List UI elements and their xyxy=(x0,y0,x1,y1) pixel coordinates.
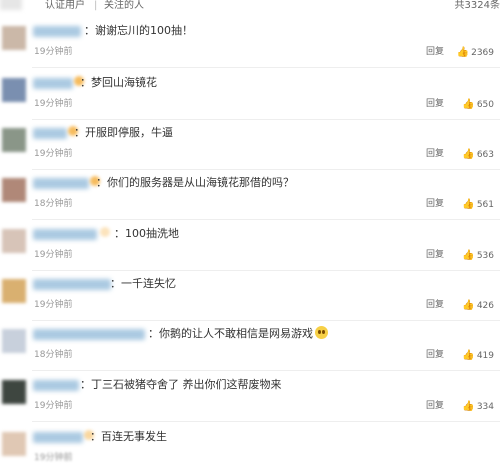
reply-button[interactable]: 回复 xyxy=(426,149,444,160)
reply-button[interactable]: 回复 xyxy=(426,401,444,412)
comment-text: ：你鹅的让人不敢相信是网易游戏 xyxy=(148,326,328,342)
username-blurred[interactable] xyxy=(33,178,89,189)
avatar[interactable] xyxy=(2,329,26,353)
thumbs-up-icon: 👍 xyxy=(462,401,475,412)
comment-item: ：开服即停服，牛逼 19分钟前 回复 👍 663 xyxy=(0,120,500,170)
reply-button[interactable]: 回复 xyxy=(426,300,444,311)
like-button[interactable]: 👍 536 xyxy=(462,250,494,262)
like-count: 419 xyxy=(476,351,494,361)
comment-time: 19分钟前 xyxy=(34,47,73,57)
thumbs-up-icon: 👍 xyxy=(462,250,475,261)
comment-time: 19分钟前 xyxy=(34,250,73,260)
like-count: 663 xyxy=(476,150,494,160)
like-button[interactable]: 👍 663 xyxy=(462,149,494,161)
comment-total-count: 共3324条 xyxy=(454,0,500,11)
comment-item: ：丁三石被猪夺舍了 养出你们这帮废物来 19分钟前 回复 👍 334 xyxy=(0,372,500,422)
reply-button[interactable]: 回复 xyxy=(426,99,444,110)
comment-time: 19分钟前 xyxy=(34,99,73,109)
worried-face-emoji-icon xyxy=(315,326,328,339)
reply-button[interactable]: 回复 xyxy=(426,250,444,261)
reply-button[interactable]: 回复 xyxy=(426,47,444,58)
verified-badge-icon xyxy=(100,227,110,237)
username-blurred[interactable] xyxy=(33,78,73,89)
comment-item: ：梦回山海镜花 19分钟前 回复 👍 650 xyxy=(0,70,500,120)
thumbs-up-icon: 👍 xyxy=(462,99,475,110)
comment-time: 19分钟前 xyxy=(34,401,73,411)
avatar[interactable] xyxy=(2,128,26,152)
like-count: 561 xyxy=(476,200,494,210)
comment-text: ：一千连失忆 xyxy=(110,277,176,290)
like-button[interactable]: 👍 2369 xyxy=(457,47,494,59)
comment-item: ：你鹅的让人不敢相信是网易游戏 18分钟前 回复 👍 419 xyxy=(0,321,500,371)
avatar[interactable] xyxy=(2,279,26,303)
username-blurred[interactable] xyxy=(33,329,145,340)
divider xyxy=(32,370,500,371)
comment-text: ：谢谢忘川的100抽！ xyxy=(84,24,193,37)
comment-item: ：百连无事发生 19分钟前 xyxy=(0,424,500,474)
comment-item: ：100抽洗地 19分钟前 回复 👍 536 xyxy=(0,221,500,271)
divider xyxy=(32,219,500,220)
like-button[interactable]: 👍 419 xyxy=(462,350,494,362)
comment-text: ：开服即停服，牛逼 xyxy=(74,126,173,139)
comment-filter-bar: 认证用户 | 关注的人 共3324条 xyxy=(0,0,500,14)
blurred-fragment xyxy=(0,0,22,10)
thumbs-up-icon: 👍 xyxy=(462,199,475,210)
username-blurred[interactable] xyxy=(33,26,81,37)
username-blurred[interactable] xyxy=(33,380,79,391)
comment-item: ：一千连失忆 19分钟前 回复 👍 426 xyxy=(0,271,500,321)
thumbs-up-icon: 👍 xyxy=(462,149,475,160)
username-blurred[interactable] xyxy=(33,279,111,290)
like-count: 2369 xyxy=(471,48,494,58)
filter-verified-users[interactable]: 认证用户 xyxy=(45,0,85,12)
avatar[interactable] xyxy=(2,380,26,404)
like-count: 536 xyxy=(476,251,494,261)
like-button[interactable]: 👍 650 xyxy=(462,99,494,111)
comment-time: 19分钟前 xyxy=(34,300,73,310)
avatar[interactable] xyxy=(2,229,26,253)
comment-text: ：你们的服务器是从山海镜花那借的吗？ xyxy=(96,176,294,189)
like-count: 334 xyxy=(476,402,494,412)
comment-item: ：谢谢忘川的100抽！ 19分钟前 回复 👍 2369 xyxy=(0,18,500,68)
username-blurred[interactable] xyxy=(33,229,97,240)
username-blurred[interactable] xyxy=(33,432,83,443)
thumbs-up-icon: 👍 xyxy=(456,47,470,58)
like-button[interactable]: 👍 561 xyxy=(462,199,494,211)
like-button[interactable]: 👍 426 xyxy=(462,300,494,312)
comment-time: 19分钟前 xyxy=(34,453,73,463)
like-count: 426 xyxy=(476,301,494,311)
reply-button[interactable]: 回复 xyxy=(426,350,444,361)
comment-time: 18分钟前 xyxy=(34,199,73,209)
thumbs-up-icon: 👍 xyxy=(462,300,475,311)
reply-button[interactable]: 回复 xyxy=(426,199,444,210)
comment-time: 19分钟前 xyxy=(34,149,73,159)
filter-separator: | xyxy=(94,0,98,11)
comment-text: ：百连无事发生 xyxy=(90,430,167,443)
username-blurred[interactable] xyxy=(33,128,67,139)
comment-time: 18分钟前 xyxy=(34,350,73,360)
divider xyxy=(32,421,500,422)
avatar[interactable] xyxy=(2,26,26,50)
avatar[interactable] xyxy=(2,432,26,456)
avatar[interactable] xyxy=(2,178,26,202)
avatar[interactable] xyxy=(2,78,26,102)
like-button[interactable]: 👍 334 xyxy=(462,401,494,413)
comment-text: ：梦回山海镜花 xyxy=(80,76,157,89)
comment-item: ：你们的服务器是从山海镜花那借的吗？ 18分钟前 回复 👍 561 xyxy=(0,170,500,220)
thumbs-up-icon: 👍 xyxy=(462,350,475,361)
comment-text: ：100抽洗地 xyxy=(114,227,179,240)
comment-text: ：丁三石被猪夺舍了 养出你们这帮废物来 xyxy=(80,378,282,391)
like-count: 650 xyxy=(476,100,494,110)
filter-following[interactable]: 关注的人 xyxy=(104,0,144,12)
divider xyxy=(32,67,500,68)
